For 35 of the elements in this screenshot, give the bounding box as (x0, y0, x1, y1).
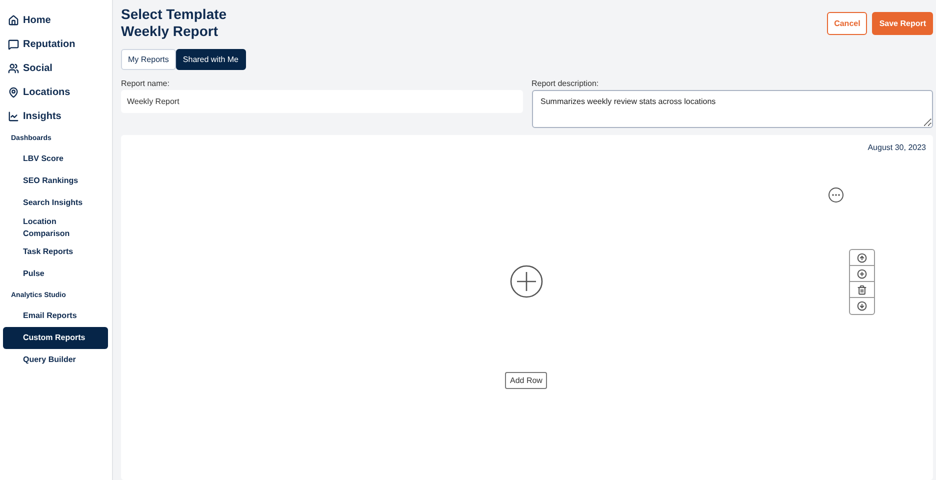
pin-icon (8, 86, 19, 98)
add-row-button[interactable]: Add Row (505, 372, 548, 389)
nav-link[interactable]: SEO Rankings (3, 170, 108, 192)
home-icon (8, 14, 19, 26)
nav-link[interactable]: Location Comparison (3, 214, 108, 242)
nav-link[interactable]: Custom Reports (3, 327, 108, 350)
add-circle-icon[interactable] (510, 265, 543, 298)
nav-link[interactable]: Query Builder (3, 349, 108, 372)
name-field[interactable]: Weekly Report (121, 90, 522, 113)
report-date: August 30, 2023 (868, 143, 926, 152)
arrow-down-icon (857, 301, 867, 311)
nav-item[interactable]: Reputation (3, 32, 108, 56)
nav-link[interactable]: Task Reports (3, 241, 108, 264)
nav-item[interactable]: Locations (3, 80, 108, 104)
plus-icon (857, 268, 867, 278)
field-label: Report name: (121, 79, 170, 88)
people-icon (8, 62, 19, 74)
arrow-up-icon (857, 252, 867, 262)
more-icon[interactable] (828, 187, 844, 203)
nav-item[interactable]: Insights (3, 104, 108, 128)
nav-link[interactable]: Pulse (3, 263, 108, 286)
trash-icon (857, 284, 867, 294)
chart-icon (8, 110, 19, 122)
nav-link[interactable]: Search Insights (3, 192, 108, 214)
report-title: Weekly Report (121, 23, 219, 40)
tab[interactable]: My Reports (121, 49, 176, 70)
chat-icon (8, 38, 19, 50)
field-label: Report description: (532, 79, 600, 88)
nav-item[interactable]: Home (3, 8, 108, 32)
nav-link[interactable]: Email Reports (3, 305, 108, 328)
nav-link[interactable]: LBV Score (3, 148, 108, 170)
nav-item[interactable]: Social (3, 56, 108, 80)
tab[interactable]: Shared with Me (176, 49, 246, 70)
description-field[interactable]: Summarizes weekly review stats across locations (532, 90, 933, 128)
page-title: Select Template (121, 6, 227, 23)
